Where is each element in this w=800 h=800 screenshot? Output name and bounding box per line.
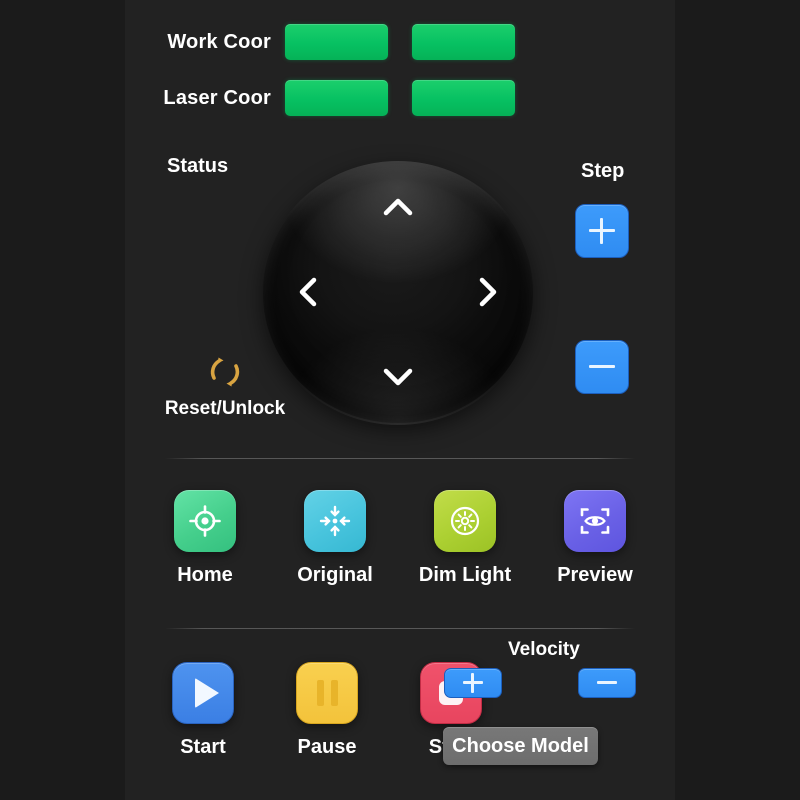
pause-icon <box>296 662 358 724</box>
pause-bars <box>316 680 338 706</box>
dim-light-button[interactable]: Dim Light <box>405 490 525 587</box>
plus-icon <box>463 673 483 693</box>
step-label: Step <box>581 160 625 182</box>
status-label: Status <box>167 155 229 177</box>
pause-button[interactable]: Pause <box>277 662 377 759</box>
play-icon <box>172 662 234 724</box>
right-gutter <box>675 0 800 800</box>
work-coor-x-field[interactable] <box>285 24 388 60</box>
work-coordinate-row: Work Coor <box>125 22 675 62</box>
work-coor-label: Work Coor <box>167 30 271 53</box>
converge-arrows-icon <box>304 490 366 552</box>
dpad-right-button[interactable] <box>470 274 506 310</box>
refresh-circular-arrows-icon <box>205 352 245 392</box>
crosshair-target-icon <box>174 490 236 552</box>
choose-model-button[interactable]: Choose Model <box>443 727 598 765</box>
reset-unlock-label: Reset/Unlock <box>164 398 286 419</box>
velocity-decrease-button[interactable] <box>578 668 636 698</box>
laser-coor-y-field[interactable] <box>412 80 515 116</box>
start-button[interactable]: Start <box>153 662 253 759</box>
home-button[interactable]: Home <box>145 490 265 587</box>
dpad-up-button[interactable] <box>380 189 416 225</box>
reset-unlock-button[interactable]: Reset/Unlock <box>145 352 305 420</box>
dim-light-label: Dim Light <box>418 564 512 586</box>
step-decrease-button[interactable] <box>575 340 629 394</box>
laser-controller-app: Work Coor Laser Coor Status Step Reset/U… <box>0 0 800 800</box>
minus-icon <box>589 354 615 380</box>
plus-icon <box>589 218 615 244</box>
work-coor-y-field[interactable] <box>412 24 515 60</box>
laser-coor-x-field[interactable] <box>285 80 388 116</box>
start-label: Start <box>180 736 226 758</box>
function-tile-row: Home Original Dim Light Preview <box>145 490 655 587</box>
control-panel: Work Coor Laser Coor Status Step Reset/U… <box>125 0 675 800</box>
laser-coor-label: Laser Coor <box>163 86 271 109</box>
pause-label: Pause <box>297 736 357 758</box>
divider-bottom <box>165 628 635 629</box>
velocity-label: Velocity <box>508 639 580 660</box>
original-button[interactable]: Original <box>275 490 395 587</box>
preview-label: Preview <box>557 564 633 586</box>
left-gutter <box>0 0 125 800</box>
eye-scan-frame-icon <box>564 490 626 552</box>
step-increase-button[interactable] <box>575 204 629 258</box>
brightness-sun-icon <box>434 490 496 552</box>
dpad-left-button[interactable] <box>290 274 326 310</box>
divider-top <box>165 458 635 459</box>
preview-button[interactable]: Preview <box>535 490 655 587</box>
dpad-down-button[interactable] <box>380 359 416 395</box>
laser-coordinate-row: Laser Coor <box>125 78 675 118</box>
minus-icon <box>597 673 617 693</box>
original-label: Original <box>297 564 373 586</box>
play-triangle <box>194 678 219 708</box>
velocity-increase-button[interactable] <box>444 668 502 698</box>
home-label: Home <box>177 564 233 586</box>
